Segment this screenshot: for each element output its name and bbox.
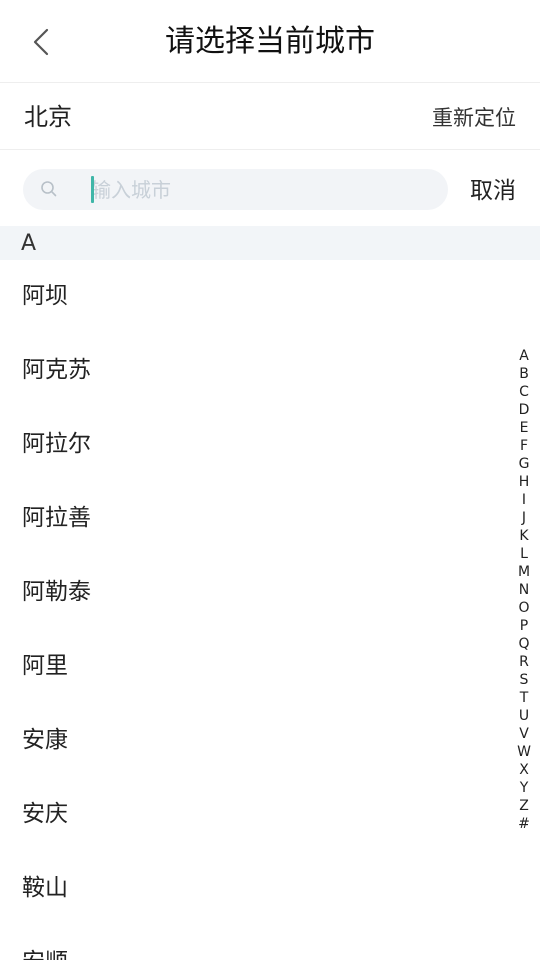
city-name: 阿克苏 xyxy=(22,357,91,383)
city-item[interactable]: 阿里 xyxy=(0,630,540,704)
city-item[interactable]: 安康 xyxy=(0,704,540,778)
text-cursor xyxy=(91,176,94,203)
index-letter-f[interactable]: F xyxy=(512,437,536,455)
search-input[interactable] xyxy=(91,174,431,205)
index-letter-m[interactable]: M xyxy=(512,563,536,581)
city-item[interactable]: 阿勒泰 xyxy=(0,556,540,630)
search-box[interactable] xyxy=(23,169,448,210)
city-item[interactable]: 阿拉善 xyxy=(0,482,540,556)
cancel-button[interactable]: 取消 xyxy=(470,176,516,206)
city-item[interactable]: 安庆 xyxy=(0,778,540,852)
city-name: 阿勒泰 xyxy=(22,579,91,605)
index-letter-l[interactable]: L xyxy=(512,545,536,563)
current-city[interactable]: 北京 xyxy=(24,101,72,133)
search-icon xyxy=(41,181,57,197)
index-letter-w[interactable]: W xyxy=(512,743,536,761)
index-letter-t[interactable]: T xyxy=(512,689,536,707)
city-item[interactable]: 阿克苏 xyxy=(0,334,540,408)
alphabet-index-bar: A B C D E F G H I J K L M N O P Q R S T … xyxy=(512,347,536,833)
relocate-button[interactable]: 重新定位 xyxy=(432,103,516,133)
city-name: 安顺 xyxy=(22,946,68,960)
index-letter-p[interactable]: P xyxy=(512,617,536,635)
header: 请选择当前城市 xyxy=(0,0,540,83)
city-name: 鞍山 xyxy=(22,875,68,901)
index-letter-z[interactable]: Z xyxy=(512,797,536,815)
index-letter-u[interactable]: U xyxy=(512,707,536,725)
index-letter-h[interactable]: H xyxy=(512,473,536,491)
index-letter-d[interactable]: D xyxy=(512,401,536,419)
city-picker-screen: 请选择当前城市 北京 重新定位 取消 A 阿坝 阿克苏 阿拉尔 阿拉善 阿勒泰 … xyxy=(0,0,540,960)
city-list: 阿坝 阿克苏 阿拉尔 阿拉善 阿勒泰 阿里 安康 安庆 鞍山 安顺 xyxy=(0,260,540,960)
city-item[interactable]: 鞍山 xyxy=(0,852,540,926)
city-name: 阿拉善 xyxy=(22,505,91,531)
city-name: 安庆 xyxy=(22,801,68,827)
chevron-left-icon xyxy=(33,28,49,56)
city-name: 安康 xyxy=(22,727,68,753)
index-letter-o[interactable]: O xyxy=(512,599,536,617)
city-item[interactable]: 阿拉尔 xyxy=(0,408,540,482)
city-name: 阿坝 xyxy=(22,283,68,309)
index-letter-v[interactable]: V xyxy=(512,725,536,743)
index-letter-j[interactable]: J xyxy=(512,509,536,527)
index-letter-a[interactable]: A xyxy=(512,347,536,365)
index-letter-b[interactable]: B xyxy=(512,365,536,383)
section-header: A xyxy=(0,226,540,260)
current-location-row: 北京 重新定位 xyxy=(0,83,540,150)
search-bar: 取消 xyxy=(0,150,540,226)
index-letter-k[interactable]: K xyxy=(512,527,536,545)
page-title: 请选择当前城市 xyxy=(165,24,375,59)
index-letter-hash[interactable]: # xyxy=(512,815,536,833)
index-letter-q[interactable]: Q xyxy=(512,635,536,653)
back-button[interactable] xyxy=(18,21,64,63)
city-name: 阿里 xyxy=(22,653,68,679)
index-letter-y[interactable]: Y xyxy=(512,779,536,797)
index-letter-s[interactable]: S xyxy=(512,671,536,689)
index-letter-i[interactable]: I xyxy=(512,491,536,509)
index-letter-n[interactable]: N xyxy=(512,581,536,599)
index-letter-e[interactable]: E xyxy=(512,419,536,437)
section-letter: A xyxy=(21,231,37,256)
city-name: 阿拉尔 xyxy=(22,431,91,457)
index-letter-g[interactable]: G xyxy=(512,455,536,473)
index-letter-c[interactable]: C xyxy=(512,383,536,401)
city-item[interactable]: 阿坝 xyxy=(0,260,540,334)
city-item[interactable]: 安顺 xyxy=(0,926,540,960)
index-letter-x[interactable]: X xyxy=(512,761,536,779)
index-letter-r[interactable]: R xyxy=(512,653,536,671)
